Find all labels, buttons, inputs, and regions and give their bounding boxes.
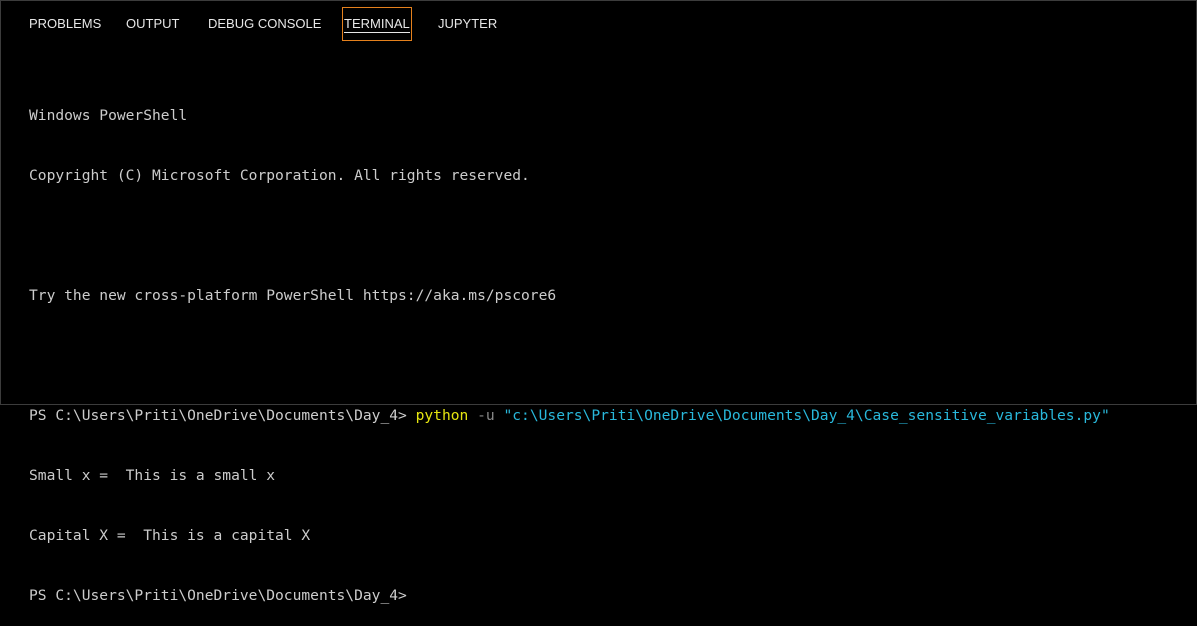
- panel-tab-bar: PROBLEMS OUTPUT DEBUG CONSOLE TERMINAL J…: [1, 1, 1196, 47]
- output-line: Small x = This is a small x: [29, 467, 276, 484]
- banner-tip: Try the new cross-platform PowerShell ht…: [29, 287, 557, 304]
- prompt-text: PS C:\Users\Priti\OneDrive\Documents\Day…: [29, 407, 416, 424]
- command-line: PS C:\Users\Priti\OneDrive\Documents\Day…: [29, 406, 1186, 426]
- terminal-output[interactable]: Windows PowerShell Copyright (C) Microso…: [29, 66, 1186, 604]
- command-flag: -u: [477, 407, 495, 424]
- tab-jupyter[interactable]: JUPYTER: [438, 7, 497, 41]
- tab-terminal[interactable]: TERMINAL: [342, 7, 412, 41]
- banner-title: Windows PowerShell: [29, 107, 188, 124]
- output-line: Capital X = This is a capital X: [29, 527, 311, 544]
- tab-debug-console-label: DEBUG CONSOLE: [208, 16, 322, 31]
- final-prompt: PS C:\Users\Priti\OneDrive\Documents\Day…: [29, 587, 407, 604]
- banner-copyright: Copyright (C) Microsoft Corporation. All…: [29, 167, 530, 184]
- command-program: python: [415, 407, 469, 424]
- tab-output-label: OUTPUT: [126, 16, 180, 31]
- tab-problems[interactable]: PROBLEMS: [29, 7, 101, 41]
- tab-problems-label: PROBLEMS: [29, 16, 102, 31]
- tab-terminal-label: TERMINAL: [344, 16, 410, 33]
- tab-output[interactable]: OUTPUT: [126, 7, 179, 41]
- tab-jupyter-label: JUPYTER: [438, 16, 498, 31]
- command-path: "c:\Users\Priti\OneDrive\Documents\Day_4…: [503, 407, 1110, 424]
- tab-debug-console[interactable]: DEBUG CONSOLE: [208, 7, 321, 41]
